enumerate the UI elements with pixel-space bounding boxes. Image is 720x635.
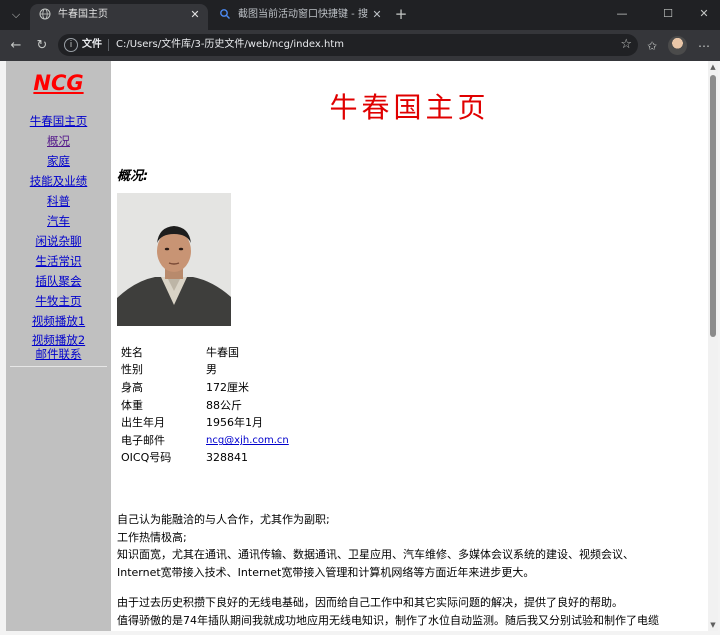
vertical-scrollbar[interactable]: ▲ ▼ xyxy=(708,61,718,631)
maximize-icon: ☐ xyxy=(663,7,673,20)
favorites-button[interactable]: ✩ xyxy=(642,36,662,56)
sidebar-item-skills[interactable]: 技能及业绩 xyxy=(6,171,111,191)
tab-strip: ⌵ 牛春国主页 ✕ 截图当前活动窗口快捷键 - 搜索 ✕ + — ☐ ✕ xyxy=(0,0,720,30)
tab-title: 牛春国主页 xyxy=(58,9,108,20)
sidebar-item-niumu[interactable]: 牛牧主页 xyxy=(6,291,111,311)
table-row: 姓名 牛春国 xyxy=(121,343,289,361)
new-tab-button[interactable]: + xyxy=(392,5,410,23)
scroll-down-icon[interactable]: ▼ xyxy=(708,621,718,629)
portrait-photo xyxy=(117,193,231,326)
profile-key: 性别 xyxy=(121,363,143,377)
chevron-down-icon: ⌵ xyxy=(11,8,21,21)
menu-button[interactable]: ⋯ xyxy=(694,36,714,56)
sidebar-item-cars[interactable]: 汽车 xyxy=(6,211,111,231)
paragraph-line: 知识面宽，尤其在通讯、通讯传输、数据通讯、卫星应用、汽车维修、多媒体会议系统的建… xyxy=(117,548,634,561)
table-row: 出生年月 1956年1月 xyxy=(121,413,289,431)
paragraph-line: 值得骄傲的是74年插队期间我就成功地应用无线电知识，制作了水位自动监测。随后我又… xyxy=(117,613,659,627)
paragraph-line: 由于过去历史积攒下良好的无线电基础，因而给自己工作中和其它实际问题的解决，提供了… xyxy=(117,596,623,609)
sidebar-item-home[interactable]: 牛春国主页 xyxy=(6,111,111,131)
profile-value: 男 xyxy=(206,363,217,377)
minimize-icon: — xyxy=(616,7,628,20)
sidebar-item-life-tips[interactable]: 生活常识 xyxy=(6,251,111,271)
site-logo: NCG xyxy=(33,71,84,95)
page-viewport: NCG 牛春国主页 概况 家庭 技能及业绩 科普 汽车 闲说杂聊 生活常识 插队… xyxy=(6,61,718,631)
bookmark-star-icon[interactable]: ☆ xyxy=(620,34,632,56)
reload-icon: ↻ xyxy=(36,38,48,53)
arrow-left-icon: ← xyxy=(10,38,22,53)
profile-key: 身高 xyxy=(121,380,143,394)
back-button[interactable]: ← xyxy=(6,36,26,56)
reload-button[interactable]: ↻ xyxy=(32,36,52,56)
page-title: 牛春国主页 xyxy=(329,91,490,124)
toolbar: ← ↻ i 文件 C:/Users/文件库/3-历史文件/web/ncg/ind… xyxy=(0,30,720,61)
paragraph-line: Internet宽带接入技术、Internet宽带接入管理和计算机网络等方面近年… xyxy=(117,565,535,579)
table-row: OICQ号码 328841 xyxy=(121,449,289,467)
sidebar: NCG 牛春国主页 概况 家庭 技能及业绩 科普 汽车 闲说杂聊 生活常识 插队… xyxy=(6,61,111,631)
address-scheme-label: 文件 xyxy=(82,39,102,50)
tab-active[interactable]: 牛春国主页 ✕ xyxy=(30,4,208,30)
table-row: 身高 172厘米 xyxy=(121,378,289,396)
profile-value: 328841 xyxy=(206,450,248,464)
table-row: 电子邮件 ncg@xjh.com.cn xyxy=(121,431,289,449)
search-icon xyxy=(218,8,232,22)
close-window-button[interactable]: ✕ xyxy=(692,5,716,23)
address-separator xyxy=(108,39,109,51)
tab-inactive[interactable]: 截图当前活动窗口快捷键 - 搜索 ✕ xyxy=(210,4,390,30)
profile-key: 姓名 xyxy=(121,345,143,359)
scroll-up-icon[interactable]: ▲ xyxy=(708,63,718,71)
table-row: 体重 88公斤 xyxy=(121,396,289,414)
close-icon: ✕ xyxy=(699,7,709,20)
sidebar-item-video-2[interactable]: 视频播放2 xyxy=(6,333,111,347)
browser-chrome: ⌵ 牛春国主页 ✕ 截图当前活动窗口快捷键 - 搜索 ✕ + — ☐ ✕ ← ↻… xyxy=(0,0,720,61)
address-bar[interactable]: i 文件 C:/Users/文件库/3-历史文件/web/ncg/index.h… xyxy=(58,34,638,56)
sidebar-item-chat[interactable]: 闲说杂聊 xyxy=(6,231,111,251)
minimize-button[interactable]: — xyxy=(610,5,634,23)
sidebar-item-reunion[interactable]: 插队聚会 xyxy=(6,271,111,291)
profile-key: OICQ号码 xyxy=(121,451,172,465)
sidebar-divider xyxy=(10,366,107,367)
email-link[interactable]: ncg@xjh.com.cn xyxy=(206,435,289,446)
intro-paragraph: 自己认为能融洽的与人合作，尤其作为副职; 工作热情极高; 知识面宽，尤其在通讯、… xyxy=(117,511,707,581)
table-row: 性别 男 xyxy=(121,361,289,379)
maximize-button[interactable]: ☐ xyxy=(656,5,680,23)
history-paragraph: 由于过去历史积攒下良好的无线电基础，因而给自己工作中和其它实际问题的解决，提供了… xyxy=(117,594,707,629)
tab-search-button[interactable]: ⌵ xyxy=(6,6,26,24)
sidebar-item-video-1[interactable]: 视频播放1 xyxy=(6,311,111,331)
profile-value: 172厘米 xyxy=(206,380,249,394)
main-content: 牛春国主页 概况: 姓名 牛春国 性别 男 身高 172厘米 体重 88公斤 出生年月 1… xyxy=(111,61,708,631)
more-icon: ⋯ xyxy=(698,39,710,53)
sidebar-item-email[interactable]: 邮件联系 xyxy=(6,347,111,361)
profile-value: 牛春国 xyxy=(206,345,239,359)
address-url[interactable]: C:/Users/文件库/3-历史文件/web/ncg/index.htm xyxy=(116,34,344,56)
close-icon[interactable]: ✕ xyxy=(370,4,384,26)
close-icon[interactable]: ✕ xyxy=(188,4,202,26)
section-heading: 概况: xyxy=(117,169,149,184)
scroll-thumb[interactable] xyxy=(710,75,716,337)
profile-value: 1956年1月 xyxy=(206,416,263,430)
plus-icon: + xyxy=(394,5,408,23)
profile-table: 姓名 牛春国 性别 男 身高 172厘米 体重 88公斤 出生年月 1956年1月 电子邮… xyxy=(121,343,289,466)
tab-title: 截图当前活动窗口快捷键 - 搜索 xyxy=(238,9,368,20)
paragraph-line: 自己认为能融洽的与人合作，尤其作为副职; xyxy=(117,513,330,526)
profile-value: 88公斤 xyxy=(206,398,242,412)
sidebar-item-family[interactable]: 家庭 xyxy=(6,151,111,171)
profile-key: 体重 xyxy=(121,398,143,412)
sidebar-item-science[interactable]: 科普 xyxy=(6,191,111,211)
profile-key: 电子邮件 xyxy=(121,433,165,447)
favorites-icon: ✩ xyxy=(646,39,658,53)
info-icon[interactable]: i xyxy=(64,38,78,52)
globe-icon xyxy=(38,8,52,22)
sidebar-item-overview[interactable]: 概况 xyxy=(6,131,111,151)
avatar[interactable] xyxy=(668,36,687,55)
paragraph-line: 工作热情极高; xyxy=(117,530,187,544)
profile-key: 出生年月 xyxy=(121,416,165,430)
sidebar-nav: 牛春国主页 概况 家庭 技能及业绩 科普 汽车 闲说杂聊 生活常识 插队聚会 牛… xyxy=(6,111,111,361)
